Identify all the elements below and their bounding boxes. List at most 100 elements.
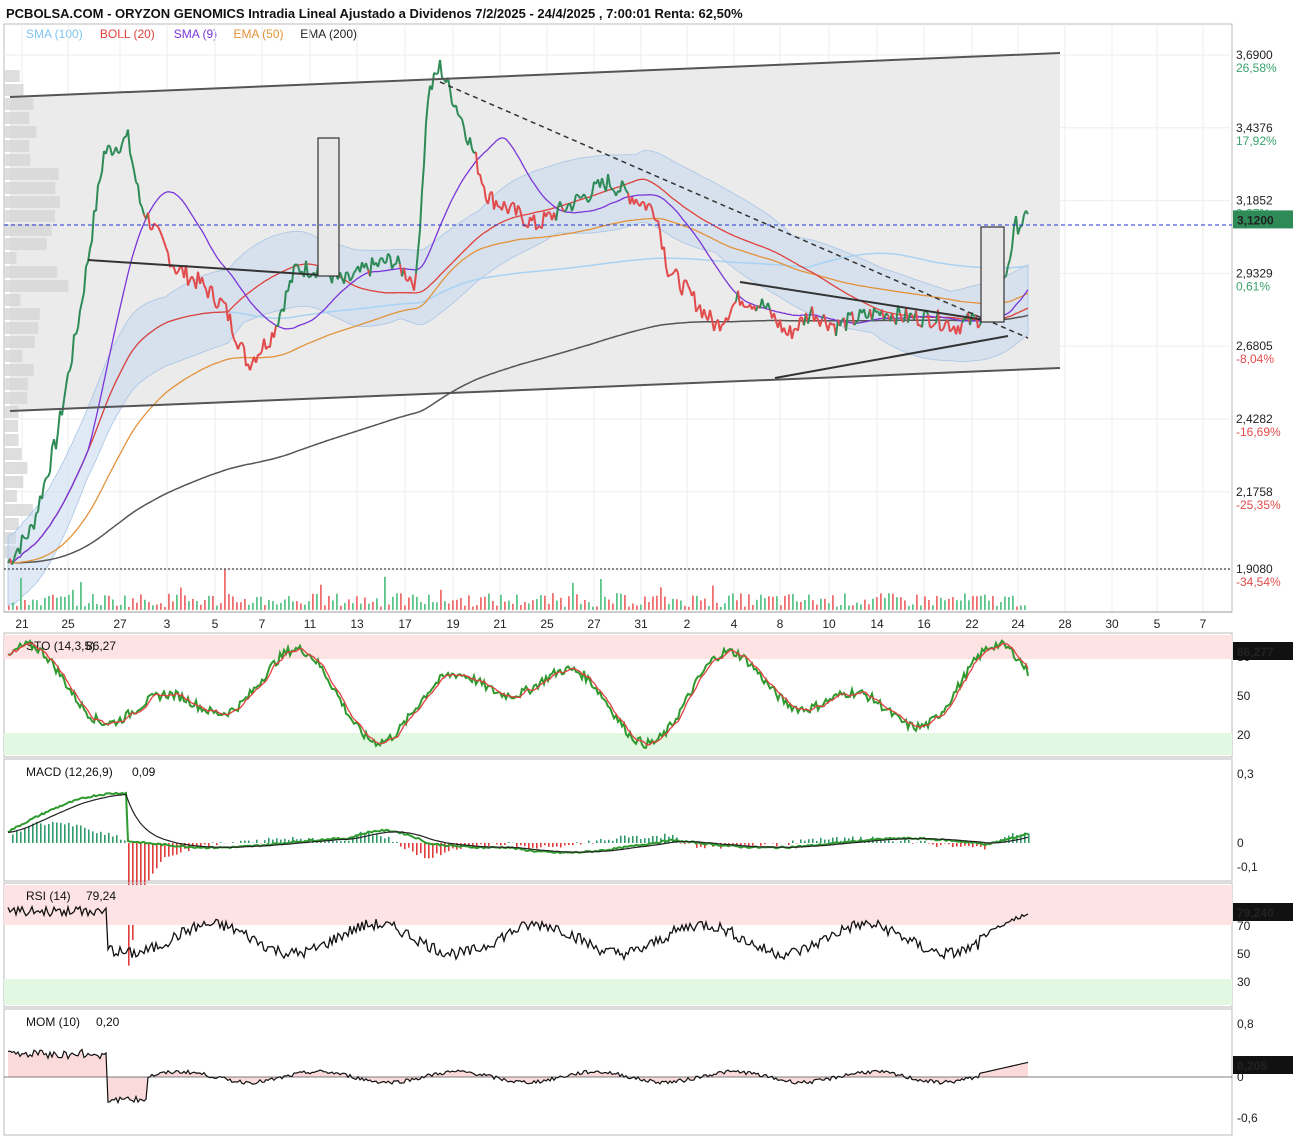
volume-bar <box>972 595 974 610</box>
macd-histogram-bar <box>812 838 814 843</box>
volume-bar <box>296 601 298 610</box>
price-tick-percent: -25,35% <box>1236 498 1281 512</box>
macd-histogram-bar <box>628 837 630 843</box>
rsi-title: RSI (14) <box>26 889 71 903</box>
current-price-label: 3,1200 <box>1237 213 1274 227</box>
macd-histogram-bar <box>156 843 158 869</box>
price-segment <box>547 211 551 214</box>
macd-histogram-bar <box>944 843 946 844</box>
volume-bar <box>68 594 70 610</box>
macd-histogram-bar <box>960 843 962 847</box>
macd-histogram-bar <box>404 843 406 850</box>
macd-histogram-bar <box>124 840 126 843</box>
macd-histogram-bar <box>364 833 366 843</box>
volume-bar <box>260 596 262 610</box>
legend-item: EMA (200) <box>300 27 357 41</box>
volume-bar <box>676 599 678 610</box>
price-tick-percent: -8,04% <box>1236 352 1274 366</box>
volume-profile-bar <box>4 462 28 474</box>
volume-bar <box>804 600 806 610</box>
volume-bar <box>1016 606 1018 610</box>
volume-bar <box>124 595 126 610</box>
volume-bar <box>12 602 14 610</box>
macd-histogram-bar <box>92 831 94 843</box>
macd-histogram-bar <box>56 822 58 843</box>
volume-bar <box>956 600 958 610</box>
volume-bar <box>372 601 374 610</box>
volume-bar <box>844 593 846 610</box>
volume-bar <box>328 595 330 610</box>
macd-histogram-bar <box>536 843 538 849</box>
macd-histogram-bar <box>632 836 634 843</box>
volume-profile-bar <box>4 168 59 180</box>
macd-histogram-bar <box>808 839 810 843</box>
volume-bar <box>280 602 282 610</box>
macd-histogram-bar <box>376 834 378 843</box>
volume-bar <box>196 601 198 610</box>
volume-bar <box>936 596 938 610</box>
volume-bar <box>168 593 170 610</box>
volume-bar <box>416 596 418 610</box>
volume-bar <box>512 603 514 610</box>
volume-bar <box>488 593 490 610</box>
volume-bar <box>944 600 946 610</box>
volume-bar <box>780 605 782 610</box>
volume-bar <box>532 600 534 610</box>
macd-tick-label: 0,3 <box>1237 767 1254 781</box>
macd-histogram-bar <box>444 843 446 853</box>
volume-profile-bar <box>4 518 19 530</box>
volume-bar <box>1004 596 1006 610</box>
macd-histogram-bar <box>904 839 906 843</box>
volume-bar <box>144 599 146 610</box>
volume-bar <box>664 596 666 610</box>
macd-histogram-bar <box>624 835 626 843</box>
volume-bar <box>996 605 998 610</box>
price-segment <box>579 196 583 200</box>
macd-histogram-bar <box>340 841 342 843</box>
volume-bar <box>752 605 754 610</box>
volume-bar <box>1000 602 1002 610</box>
macd-histogram-bar <box>920 840 922 843</box>
rsi-tick-label: 70 <box>1237 919 1251 933</box>
price-segment <box>933 322 937 326</box>
volume-bar <box>872 598 874 610</box>
volume-bar <box>324 605 326 610</box>
macd-title: MACD (12,26,9) <box>26 765 113 779</box>
volume-bar <box>632 603 634 610</box>
volume-profile-bar <box>4 238 47 250</box>
volume-bar <box>840 605 842 610</box>
price-segment <box>345 271 349 274</box>
macd-histogram-bar <box>256 839 258 843</box>
volume-bar <box>380 606 382 610</box>
price-tick-percent: 26,58% <box>1236 61 1277 75</box>
macd-histogram-bar <box>80 825 82 843</box>
macd-histogram-bar <box>420 843 422 854</box>
rsi-overbought-zone <box>4 885 1232 925</box>
volume-bar <box>60 596 62 610</box>
macd-histogram-bar <box>524 843 526 847</box>
volume-bar <box>684 605 686 610</box>
volume-bar <box>32 599 34 610</box>
macd-histogram-bar <box>900 841 902 843</box>
volume-bar <box>368 603 370 610</box>
macd-histogram-bar <box>268 837 270 843</box>
volume-profile-bar <box>4 84 24 96</box>
price-tick-label: 2,4282 <box>1236 412 1273 426</box>
volume-bar <box>560 597 562 610</box>
volume-bar <box>860 604 862 610</box>
volume-bar <box>76 605 78 610</box>
volume-profile-bar <box>4 266 58 278</box>
rsi-tick-label: 50 <box>1237 947 1251 961</box>
volume-bar <box>824 598 826 610</box>
date-tick-label: 5 <box>212 617 219 631</box>
volume-bar <box>28 605 30 610</box>
volume-bar <box>224 569 226 610</box>
volume-bar <box>120 604 122 610</box>
volume-profile-bar <box>4 280 69 292</box>
volume-bar <box>236 602 238 610</box>
volume-bar <box>704 598 706 610</box>
rsi-value: 79,24 <box>86 889 116 903</box>
macd-histogram-bar <box>640 839 642 843</box>
volume-bar <box>768 596 770 610</box>
macd-histogram-bar <box>108 832 110 843</box>
